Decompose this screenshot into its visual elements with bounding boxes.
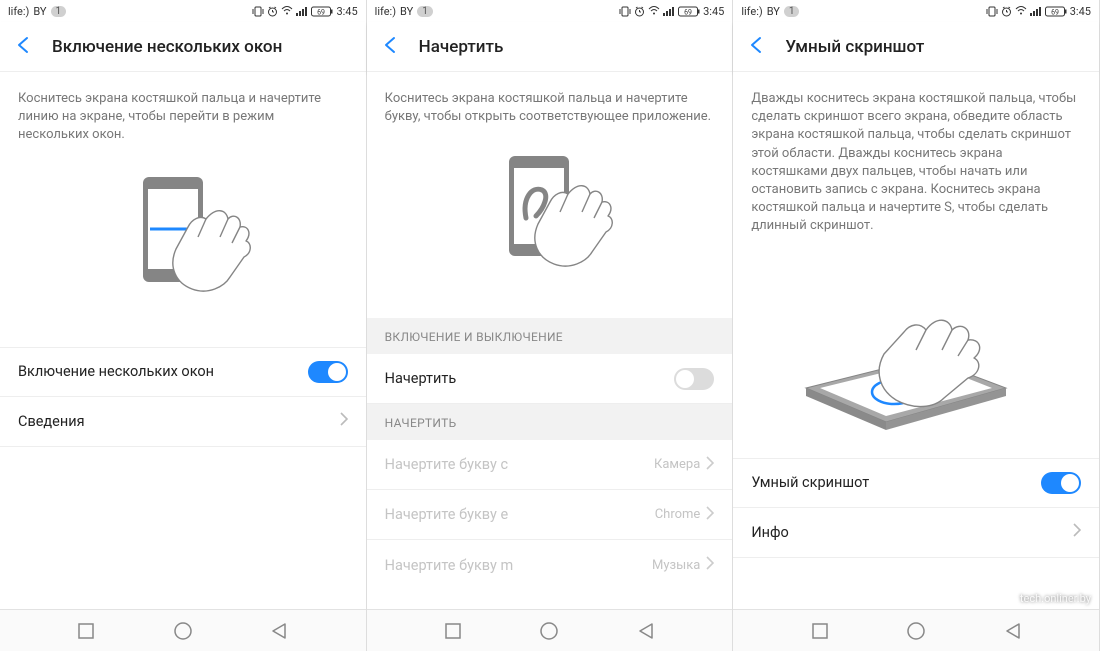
- carrier-sub: BY: [400, 5, 413, 18]
- navbar: [0, 609, 366, 651]
- illustration: [367, 138, 733, 318]
- back-button[interactable]: [14, 35, 34, 59]
- navbar: [733, 609, 1099, 651]
- row-label: Начертите букву e: [385, 506, 509, 523]
- nav-home-button[interactable]: [906, 621, 926, 641]
- toggle-switch[interactable]: [1041, 472, 1081, 494]
- chevron-right-icon: [1073, 523, 1081, 541]
- svg-text:69: 69: [1051, 8, 1059, 16]
- illustration: [0, 157, 366, 347]
- back-button[interactable]: [381, 35, 401, 59]
- toggle-row-smart-screenshot[interactable]: Умный скриншот: [733, 458, 1099, 508]
- info-row[interactable]: Инфо: [733, 508, 1099, 558]
- status-bar: life:) BY 1 69 3:45: [733, 0, 1099, 22]
- time-label: 3:45: [703, 5, 724, 18]
- content: Дважды коснитесь экрана костяшкой пальца…: [733, 72, 1099, 609]
- content: Коснитесь экрана костяшкой пальца и наче…: [0, 72, 366, 609]
- toggle-label: Умный скриншот: [751, 474, 869, 491]
- nav-home-button[interactable]: [173, 621, 193, 641]
- nav-back-button[interactable]: [270, 622, 288, 640]
- carrier-sub: BY: [767, 5, 780, 18]
- svg-text:69: 69: [684, 8, 692, 16]
- time-label: 3:45: [1070, 5, 1091, 18]
- section-draw: НАЧЕРТИТЬ: [367, 404, 733, 440]
- draw-letter-m-row[interactable]: Начертите букву m Музыка: [367, 540, 733, 590]
- row-value: Музыка: [652, 558, 700, 573]
- carrier-label: life:): [741, 5, 762, 18]
- notification-badge: 1: [417, 6, 433, 17]
- illustration: [733, 248, 1099, 458]
- status-bar: life:) BY 1 69 3:45: [0, 0, 366, 22]
- header: Начертить: [367, 22, 733, 72]
- description-text: Дважды коснитесь экрана костяшкой пальца…: [733, 72, 1099, 248]
- description-text: Коснитесь экрана костяшкой пальца и наче…: [0, 72, 366, 157]
- notification-badge: 1: [51, 6, 67, 17]
- header: Умный скриншот: [733, 22, 1099, 72]
- toggle-switch[interactable]: [674, 368, 714, 390]
- svg-text:69: 69: [318, 8, 326, 16]
- header: Включение нескольких окон: [0, 22, 366, 72]
- signal-icon: [296, 6, 308, 16]
- row-value: Камера: [654, 457, 700, 472]
- signal-icon: [663, 6, 675, 16]
- nav-home-button[interactable]: [539, 621, 559, 641]
- battery-icon: 69: [1045, 6, 1067, 17]
- carrier-sub: BY: [33, 5, 46, 18]
- nav-back-button[interactable]: [637, 622, 655, 640]
- toggle-row-draw[interactable]: Начертить: [367, 354, 733, 404]
- chevron-right-icon: [340, 412, 348, 430]
- carrier-label: life:): [8, 5, 29, 18]
- info-label: Сведения: [18, 413, 85, 430]
- row-label: Начертите букву c: [385, 456, 508, 473]
- battery-icon: 69: [678, 6, 700, 17]
- page-title: Начертить: [419, 37, 504, 57]
- alarm-icon: [1001, 6, 1012, 17]
- content: Коснитесь экрана костяшкой пальца и наче…: [367, 72, 733, 609]
- alarm-icon: [634, 6, 645, 17]
- toggle-switch[interactable]: [308, 361, 348, 383]
- chevron-right-icon: [706, 456, 714, 474]
- chevron-right-icon: [706, 556, 714, 574]
- description-text: Коснитесь экрана костяшкой пальца и наче…: [367, 72, 733, 138]
- alarm-icon: [267, 6, 278, 17]
- vibrate-icon: [252, 6, 264, 17]
- watermark: tech.onliner.by: [1020, 592, 1091, 605]
- row-label: Начертите букву m: [385, 557, 514, 574]
- nav-back-button[interactable]: [1004, 622, 1022, 640]
- info-label: Инфо: [751, 524, 789, 541]
- page-title: Умный скриншот: [785, 37, 924, 57]
- screen-multiwindow: life:) BY 1 69 3:45 Включение нескольких…: [0, 0, 367, 651]
- screen-smart-screenshot: life:) BY 1 69 3:45 Умный скриншот Дважд…: [733, 0, 1100, 651]
- status-bar: life:) BY 1 69 3:45: [367, 0, 733, 22]
- chevron-right-icon: [706, 506, 714, 524]
- vibrate-icon: [619, 6, 631, 17]
- nav-recent-button[interactable]: [77, 622, 95, 640]
- notification-badge: 1: [784, 6, 800, 17]
- back-button[interactable]: [747, 35, 767, 59]
- toggle-label: Начертить: [385, 370, 457, 387]
- draw-letter-e-row[interactable]: Начертите букву e Chrome: [367, 490, 733, 540]
- nav-recent-button[interactable]: [811, 622, 829, 640]
- screen-draw: life:) BY 1 69 3:45 Начертить Коснитесь …: [367, 0, 734, 651]
- toggle-label: Включение нескольких окон: [18, 363, 214, 380]
- navbar: [367, 609, 733, 651]
- wifi-icon: [281, 6, 293, 16]
- page-title: Включение нескольких окон: [52, 37, 282, 57]
- signal-icon: [1030, 6, 1042, 16]
- time-label: 3:45: [336, 5, 357, 18]
- wifi-icon: [1015, 6, 1027, 16]
- wifi-icon: [648, 6, 660, 16]
- draw-letter-c-row[interactable]: Начертите букву c Камера: [367, 440, 733, 490]
- toggle-row-multiwindow[interactable]: Включение нескольких окон: [0, 347, 366, 397]
- row-value: Chrome: [655, 507, 701, 522]
- section-on-off: ВКЛЮЧЕНИЕ И ВЫКЛЮЧЕНИЕ: [367, 318, 733, 354]
- vibrate-icon: [986, 6, 998, 17]
- carrier-label: life:): [375, 5, 396, 18]
- nav-recent-button[interactable]: [444, 622, 462, 640]
- info-row[interactable]: Сведения: [0, 397, 366, 447]
- battery-icon: 69: [311, 6, 333, 17]
